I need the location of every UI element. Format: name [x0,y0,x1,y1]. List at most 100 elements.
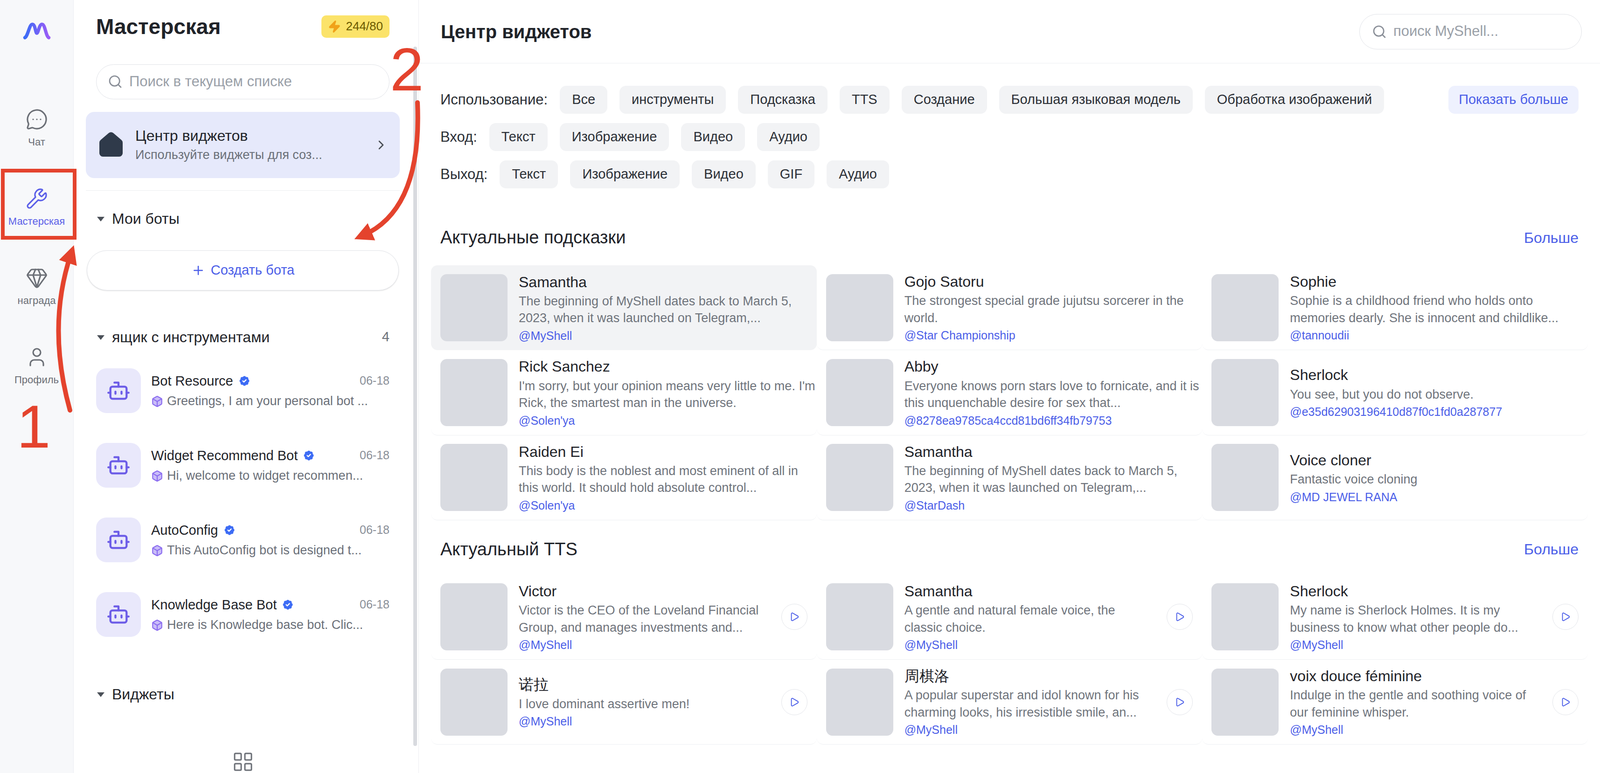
prompt-card[interactable]: SamanthaThe beginning of MyShell dates b… [816,435,1203,521]
rail-item[interactable]: Мастерская [0,167,74,248]
filter-chip[interactable]: Создание [901,85,988,114]
myshell-logo-icon[interactable] [21,16,52,47]
annotation-number: 1 [16,396,51,458]
tts-card[interactable]: SamanthaA gentle and natural female voic… [816,575,1203,661]
play-button[interactable] [1552,604,1579,631]
filter-chip[interactable]: GIF [767,160,815,189]
play-button[interactable] [1166,689,1193,716]
toolbox-header[interactable]: ящик с инструментами4 [96,327,390,347]
prompt-card[interactable]: SamanthaThe beginning of MyShell dates b… [431,265,817,351]
avatar-image [826,668,894,737]
filter-row: Вход:ТекстИзображениеВидеоАудио [440,123,1579,152]
rail-item-icon [25,108,49,131]
more-link[interactable]: Больше [1523,538,1579,561]
filter-chip[interactable]: Изображение [570,160,680,189]
tts-card[interactable]: voix douce féminineIndulge in the gentle… [1202,660,1588,745]
avatar-image [1211,668,1279,737]
filter-chip[interactable]: инструменты [619,85,726,114]
prompt-card[interactable]: Gojo SatoruThe strongest special grade j… [816,265,1203,351]
widget-section: Актуальные подсказкиБольшеSamanthaThe be… [431,224,1588,521]
main-title: Центр виджетов [440,17,592,46]
bot-icon [106,528,131,553]
toolbox-item[interactable]: Knowledge Base Bot06-18Here is Knowledge… [85,577,400,653]
tts-card[interactable]: SherlockMy name is Sherlock Holmes. It i… [1202,575,1588,661]
search-icon [107,74,123,90]
filter-chip[interactable]: TTS [839,85,890,114]
verified-icon [222,523,237,537]
toolbox-item[interactable]: AutoConfig06-18This AutoConfig bot is de… [85,502,400,578]
avatar-image [826,274,894,342]
prompt-card[interactable]: Voice clonerFantastic voice cloning@MD J… [1202,435,1588,521]
cube-icon [151,619,164,632]
more-link[interactable]: Больше [1523,226,1579,250]
toolbox-item[interactable]: Bot Resource06-18Greetings, I am your pe… [85,353,400,429]
my-bots-header[interactable]: Мои боты [96,209,390,229]
filter-chip[interactable]: Все [559,85,608,114]
tts-card[interactable]: 周棋洛A popular superstar and idol known fo… [816,660,1203,745]
filter-chip[interactable]: Большая языковая модель [999,85,1193,114]
workshop-panel: Мастерская 244/80 Поиск в текущем списке Це… [73,0,412,773]
collapse-triangle-icon[interactable] [96,214,106,224]
search-icon [1371,24,1387,40]
widget-section: Актуальный TTSБольшеVictorVictor is the … [431,536,1588,746]
widgets-grid-icon[interactable] [231,751,255,773]
play-button[interactable] [1552,689,1579,716]
filter-chip[interactable]: Аудио [757,123,820,152]
prompt-card[interactable]: Rick SanchezI'm sorry, but your opinion … [431,350,817,436]
play-icon [789,612,800,623]
rail-item[interactable]: Профиль [0,326,74,406]
avatar-image [1211,583,1279,651]
play-button[interactable] [1166,604,1193,631]
toolbox-item[interactable]: Widget Recommend Bot06-18Hi, welcome to … [85,428,400,503]
tts-card[interactable]: 诺拉I love dominant assertive men!@MyShell [431,660,817,745]
widget-center-card[interactable]: Центр виджетовИспользуйте виджеты для со… [85,111,400,179]
annotation-arrows-icon [0,0,1600,773]
cube-icon [151,470,164,483]
annotation-number: 2 [389,39,424,100]
bot-avatar [96,592,141,638]
show-more-button[interactable]: Показать больше [1448,85,1579,114]
create-bot-button[interactable]: Создать бота [86,250,399,291]
play-icon [1560,697,1571,708]
widgets-header[interactable]: Виджеты [96,685,390,704]
collapse-triangle-icon[interactable] [96,689,106,700]
rail-item-icon [25,346,49,369]
avatar-image [440,668,508,737]
rail-item-icon [25,266,49,290]
energy-badge[interactable]: 244/80 [321,15,390,38]
prompt-card[interactable]: AbbyEveryone knows porn stars love to fo… [816,350,1203,436]
cube-icon [151,395,164,408]
filter-chip[interactable]: Текст [489,123,548,152]
play-button[interactable] [781,689,808,716]
bot-avatar [96,368,141,414]
filter-chip[interactable]: Текст [499,160,558,189]
main-search[interactable]: поиск MyShell... [1359,13,1582,50]
collapse-triangle-icon[interactable] [96,332,106,342]
avatar-image [826,583,894,651]
plus-icon [191,263,206,278]
filter-chip[interactable]: Аудио [826,160,890,189]
panel-title: Мастерская [96,15,221,38]
avatar-image [1211,444,1279,512]
avatar-image [440,274,508,342]
rail-item[interactable]: награда [0,247,74,327]
home-icon [97,131,126,160]
avatar-image [440,359,508,427]
filter-chip[interactable]: Обработка изображений [1204,85,1385,114]
filter-chip[interactable]: Подсказка [737,85,828,114]
prompt-card[interactable]: SophieSophie is a childhood friend who h… [1202,265,1588,351]
prompt-card[interactable]: SherlockYou see, but you do not observe.… [1202,350,1588,436]
tts-card[interactable]: VictorVictor is the CEO of the Loveland … [431,575,817,661]
panel-search[interactable]: Поиск в текущем списке [96,64,390,100]
avatar-image [826,444,894,512]
bot-icon [106,378,131,404]
prompt-card[interactable]: Raiden EiThis body is the noblest and mo… [431,435,817,521]
filter-chip[interactable]: Изображение [559,123,670,152]
rail-item[interactable]: Чат [0,88,74,168]
panel-scrollbar[interactable] [411,0,419,773]
bot-icon [106,602,131,627]
play-button[interactable] [781,604,808,631]
avatar-image [826,359,894,427]
filter-chip[interactable]: Видео [681,123,745,152]
filter-chip[interactable]: Видео [691,160,756,189]
